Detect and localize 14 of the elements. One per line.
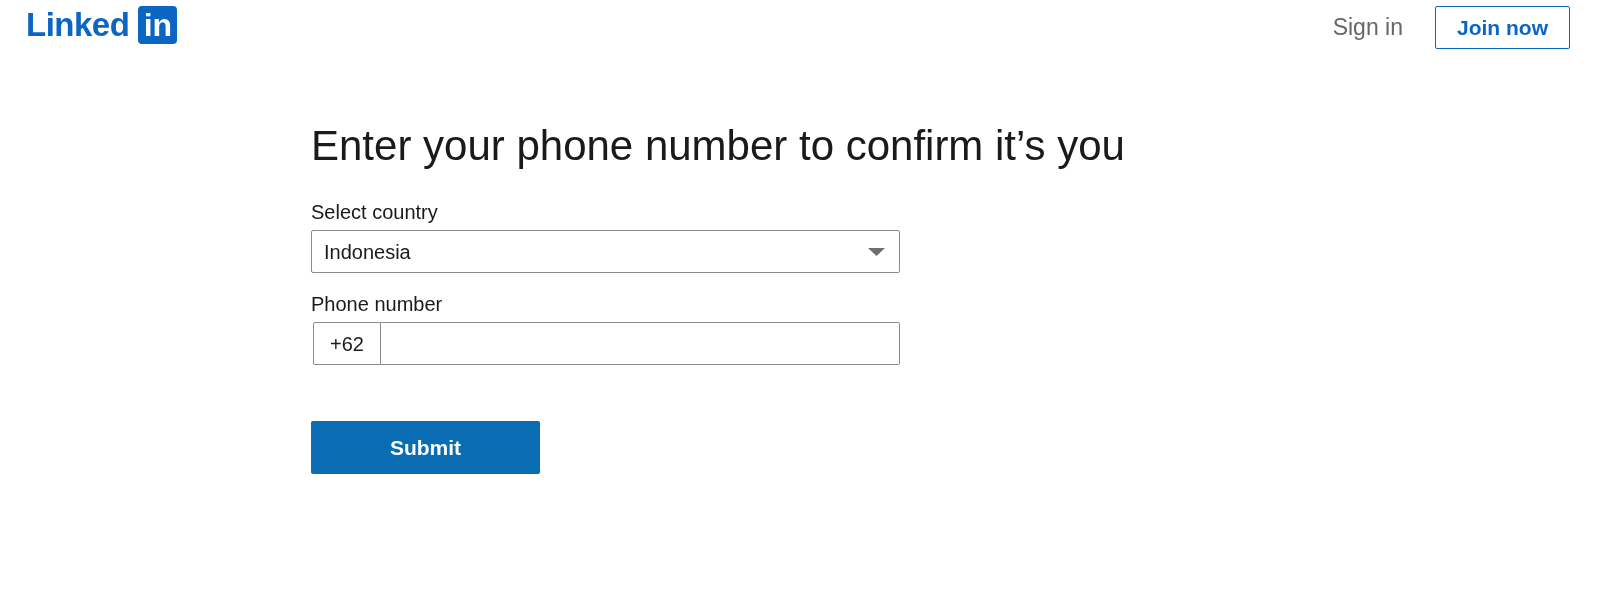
phone-label: Phone number	[311, 292, 443, 316]
country-label: Select country	[311, 200, 438, 224]
page-title: Enter your phone number to confirm it’s you	[311, 122, 1125, 170]
dropdown-caret-icon	[868, 247, 885, 256]
country-code-prefix: +62	[313, 322, 381, 365]
logo-wordmark: Linked	[26, 6, 130, 44]
country-value: Indonesia	[324, 239, 411, 265]
logo-badge: in	[138, 6, 178, 44]
join-now-button[interactable]: Join now	[1435, 6, 1570, 49]
submit-button[interactable]: Submit	[311, 421, 540, 474]
country-select[interactable]: Indonesia	[311, 230, 900, 273]
logo[interactable]: Linked in	[26, 6, 178, 44]
sign-in-link[interactable]: Sign in	[1328, 6, 1407, 49]
phone-input-field[interactable]	[381, 322, 900, 365]
